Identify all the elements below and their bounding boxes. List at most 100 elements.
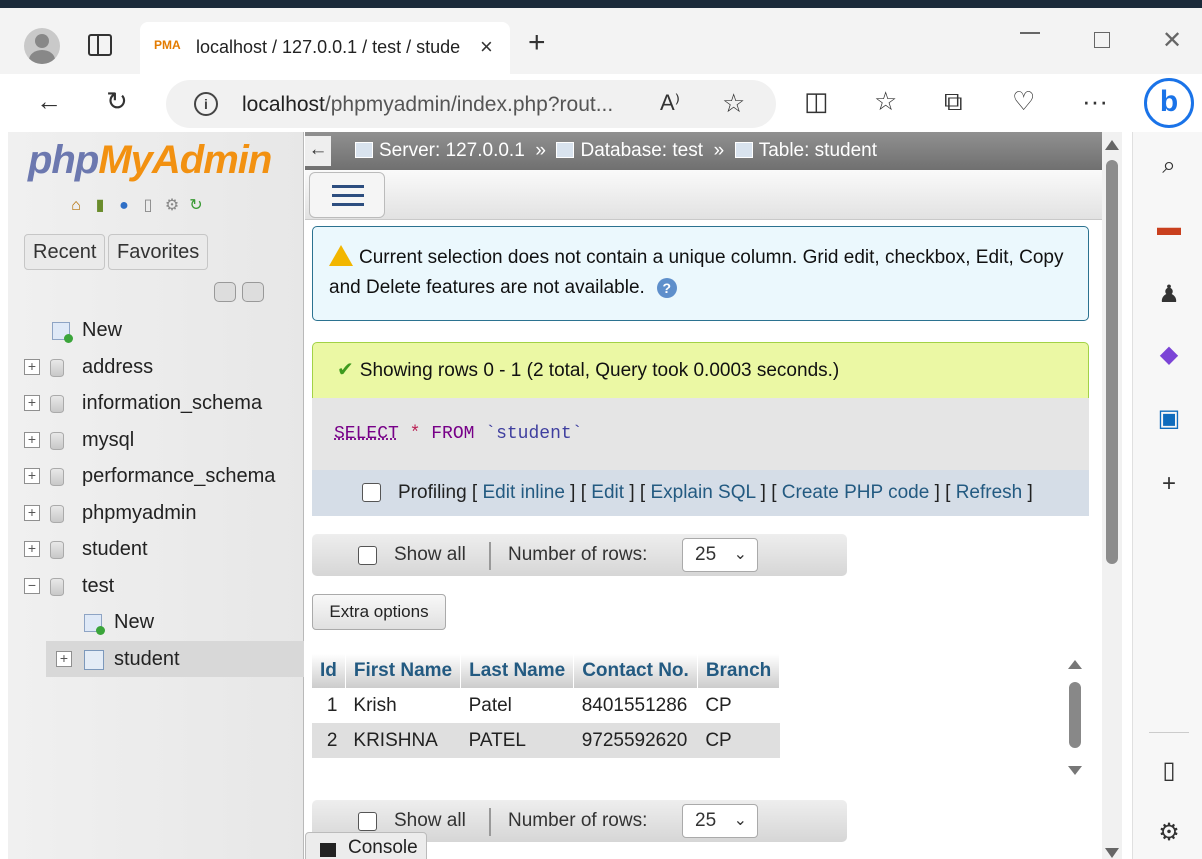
check-icon: ✔ xyxy=(337,359,354,381)
logout-icon[interactable]: ▮ xyxy=(90,196,110,216)
more-icon[interactable]: ··· xyxy=(1082,86,1108,117)
info-icon[interactable]: i xyxy=(194,92,218,116)
tree-item-database[interactable]: + information_schema xyxy=(22,385,304,422)
expand-icon[interactable]: + xyxy=(24,358,40,375)
tree-item-database[interactable]: + performance_schema xyxy=(22,458,304,495)
help-icon[interactable]: ? xyxy=(656,278,677,298)
profile-icon[interactable] xyxy=(24,28,60,64)
breadcrumb-server[interactable]: Server: 127.0.0.1 xyxy=(379,140,525,161)
read-aloud-icon[interactable]: A⁾ xyxy=(660,90,680,116)
database-icon xyxy=(50,541,64,559)
browser-tab[interactable]: PMA localhost / 127.0.0.1 / test / stude… xyxy=(140,22,510,74)
sql-query[interactable]: SELECT * FROM `student` xyxy=(312,398,1089,470)
column-header[interactable]: Id xyxy=(312,654,346,688)
tabs-icon[interactable] xyxy=(88,34,112,56)
phpmyadmin-logo[interactable]: phpMyAdmin xyxy=(28,138,272,183)
sidebar-toggle-icon[interactable]: ▯ xyxy=(1155,756,1183,785)
tree-item-database[interactable]: + mysql xyxy=(22,422,304,459)
table-scrollbar[interactable] xyxy=(1067,660,1083,780)
address-bar: ← ↻ i localhost/phpmyadmin/index.php?rou… xyxy=(0,74,1202,132)
add-icon[interactable]: + xyxy=(1155,470,1183,498)
health-icon[interactable]: ♡ xyxy=(1012,86,1035,117)
breadcrumb-table[interactable]: Table: student xyxy=(759,140,877,161)
recent-button[interactable]: Recent xyxy=(24,234,106,270)
refresh-icon[interactable]: ↻ xyxy=(106,86,128,117)
expand-icon[interactable]: + xyxy=(56,650,72,667)
favorites-icon[interactable]: ☆ xyxy=(874,86,897,117)
profiling-checkbox[interactable] xyxy=(362,483,381,502)
search-icon[interactable]: ⌕ xyxy=(1155,152,1183,180)
outlook-icon[interactable]: ▣ xyxy=(1155,404,1183,433)
split-screen-icon[interactable]: ◫ xyxy=(804,86,829,117)
breadcrumb-database[interactable]: Database: test xyxy=(580,140,703,161)
bing-icon[interactable]: b xyxy=(1144,78,1194,128)
reload-icon[interactable]: ↻ xyxy=(186,196,206,216)
favorite-star-icon[interactable]: ☆ xyxy=(722,88,745,119)
column-header[interactable]: Contact No. xyxy=(573,654,698,688)
scroll-down-icon[interactable] xyxy=(1068,766,1082,775)
expand-icon[interactable]: + xyxy=(24,468,40,484)
window-close-icon[interactable]: ✕ xyxy=(1162,26,1182,55)
database-tree: New + address + information_schema + mysql … xyxy=(22,312,304,677)
expand-icon[interactable]: + xyxy=(24,395,40,411)
tree-item-database[interactable]: + address xyxy=(22,349,304,386)
collapse-nav-icon[interactable]: ← xyxy=(305,136,331,166)
favorites-button[interactable]: Favorites xyxy=(108,234,209,270)
show-all-checkbox[interactable] xyxy=(358,546,377,565)
notice-message: Current selection does not contain a uni… xyxy=(312,226,1089,321)
tree-item-database[interactable]: + phpmyadmin xyxy=(22,495,304,532)
scroll-up-icon[interactable] xyxy=(1068,660,1082,669)
refresh-link[interactable]: Refresh xyxy=(956,482,1023,503)
url-text[interactable]: localhost/phpmyadmin/index.php?rout... xyxy=(242,93,613,117)
games-icon[interactable]: ♟ xyxy=(1155,280,1183,309)
maximize-icon[interactable] xyxy=(1094,32,1110,48)
scroll-thumb[interactable] xyxy=(1069,682,1081,748)
show-all-checkbox[interactable] xyxy=(358,812,377,831)
back-icon[interactable]: ← xyxy=(36,86,62,117)
edit-inline-link[interactable]: Edit inline xyxy=(483,482,565,503)
docs-icon[interactable]: ● xyxy=(114,196,134,216)
tree-item-database[interactable]: − test xyxy=(22,568,304,605)
url-field[interactable]: i localhost/phpmyadmin/index.php?rout...… xyxy=(166,80,776,128)
scroll-up-icon[interactable] xyxy=(1105,140,1119,150)
tree-item-table-student[interactable]: + student xyxy=(22,640,304,678)
collapse-all-icon[interactable] xyxy=(214,282,236,302)
expand-icon[interactable]: + xyxy=(24,541,40,557)
settings-gear-icon[interactable]: ⚙ xyxy=(162,196,182,216)
documentation-icon[interactable]: ▯ xyxy=(138,196,158,216)
edit-link[interactable]: Edit xyxy=(591,482,624,503)
chevron-down-icon: ⌄ xyxy=(733,812,747,829)
database-icon xyxy=(50,577,64,596)
home-icon[interactable]: ⌂ xyxy=(66,196,86,216)
copilot-icon[interactable]: ◆ xyxy=(1155,340,1183,369)
page-scrollbar[interactable] xyxy=(1102,132,1122,859)
shopping-icon[interactable]: ▬ xyxy=(1155,214,1183,242)
create-php-code-link[interactable]: Create PHP code xyxy=(782,482,930,503)
collections-icon[interactable]: ⧉ xyxy=(944,86,963,118)
rows-select[interactable]: 25 ⌄ xyxy=(682,804,758,838)
scroll-down-icon[interactable] xyxy=(1105,848,1119,858)
tree-item-database[interactable]: + student xyxy=(22,531,304,568)
collapse-icon[interactable]: − xyxy=(24,577,40,594)
column-header[interactable]: First Name xyxy=(345,654,462,688)
tree-item-new[interactable]: New xyxy=(22,312,304,349)
tree-item-new-table[interactable]: New xyxy=(22,604,304,641)
extra-options-button[interactable]: Extra options xyxy=(312,594,446,630)
column-header[interactable]: Last Name xyxy=(460,654,575,688)
menu-hamburger-icon[interactable] xyxy=(309,172,385,218)
explain-sql-link[interactable]: Explain SQL xyxy=(650,482,755,503)
settings-icon[interactable]: ⚙ xyxy=(1155,818,1183,847)
expand-icon[interactable]: + xyxy=(24,431,40,448)
new-tab-icon[interactable]: + xyxy=(528,28,546,58)
minimize-icon[interactable] xyxy=(1020,32,1040,34)
column-header[interactable]: Branch xyxy=(697,654,781,688)
tab-close-icon[interactable]: × xyxy=(480,34,493,60)
link-icon[interactable] xyxy=(242,282,264,302)
pma-navigation: phpMyAdmin ⌂ ▮ ● ▯ ⚙ ↻ Recent Favorites New +… xyxy=(8,132,304,859)
pma-favicon-icon: PMA xyxy=(154,38,181,52)
rows-select[interactable]: 25 ⌄ xyxy=(682,538,758,572)
expand-icon[interactable]: + xyxy=(24,504,40,521)
console-tab[interactable]: Console xyxy=(305,832,427,859)
edge-sidebar: ⌕ ▬ ♟ ◆ ▣ + ▯ ⚙ xyxy=(1132,132,1202,859)
scroll-thumb[interactable] xyxy=(1106,160,1118,564)
